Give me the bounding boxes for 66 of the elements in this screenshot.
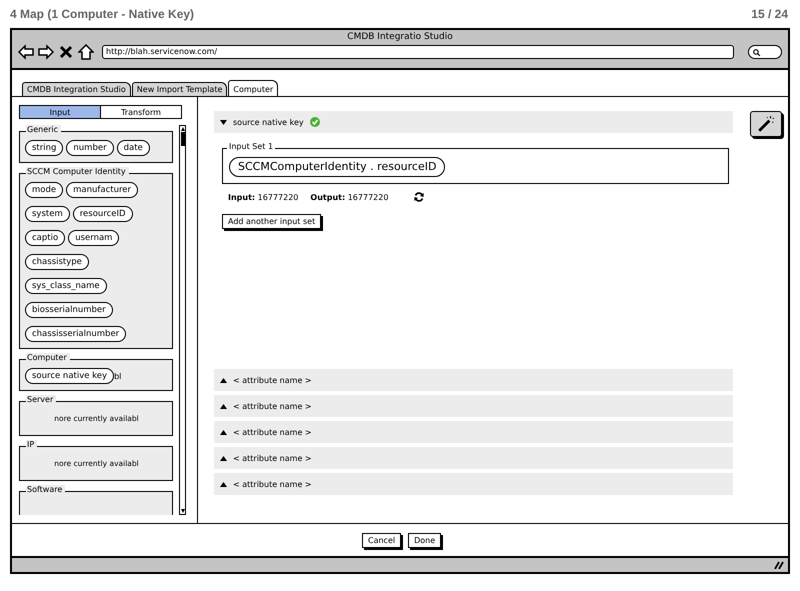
input-value: Input: 16777220 xyxy=(228,192,298,202)
down-arrow-icon[interactable] xyxy=(180,509,184,513)
window-title: CMDB Integratio Studio xyxy=(347,32,453,44)
resize-grip-icon[interactable] xyxy=(774,561,784,569)
expand-triangle-icon[interactable] xyxy=(220,404,227,408)
dialog-button[interactable]: Done xyxy=(408,532,442,548)
search-icon xyxy=(752,48,761,56)
field-pill[interactable]: mode xyxy=(25,182,64,198)
up-arrow-icon[interactable] xyxy=(180,127,184,131)
field-pill[interactable]: resourceID xyxy=(72,206,133,222)
expand-triangle-icon[interactable] xyxy=(220,456,227,460)
attribute-row[interactable]: < attribute name > xyxy=(214,395,733,417)
expand-triangle-icon[interactable] xyxy=(220,378,227,382)
field-pill[interactable]: chassisserialnumber xyxy=(25,326,126,342)
magic-wand-button[interactable] xyxy=(750,111,782,137)
field-pill[interactable]: number xyxy=(66,140,114,156)
dialog-button[interactable]: Cancel xyxy=(362,532,402,548)
search-field[interactable] xyxy=(748,45,782,59)
attribute-row[interactable]: < attribute name > xyxy=(214,421,733,443)
field-text: bl xyxy=(114,372,122,380)
group-title: Server xyxy=(26,395,56,404)
collapse-triangle-icon[interactable] xyxy=(220,120,227,124)
field-pill[interactable]: date xyxy=(116,140,150,156)
tab[interactable]: New Import Template xyxy=(132,82,228,96)
add-input-set-button[interactable]: Add another input set xyxy=(222,214,322,229)
field-pill[interactable]: manufacturer xyxy=(66,182,138,198)
field-pill[interactable]: source native key xyxy=(25,368,114,384)
attribute-name: < attribute name > xyxy=(233,480,312,488)
group-title: Generic xyxy=(26,125,62,134)
group-title: Computer xyxy=(26,353,70,362)
toggle-option[interactable]: Input xyxy=(20,106,100,118)
close-icon[interactable] xyxy=(58,44,74,60)
attribute-row[interactable]: < attribute name > xyxy=(214,447,733,469)
field-pill[interactable]: system xyxy=(25,206,70,222)
attribute-name: < attribute name > xyxy=(233,376,312,384)
field-pill[interactable]: captio xyxy=(25,230,66,246)
attribute-name: < attribute name > xyxy=(233,454,312,462)
field-pill[interactable]: biosserialnumber xyxy=(25,302,113,318)
group-title: Software xyxy=(26,485,66,494)
magic-wand-icon xyxy=(756,115,774,133)
attribute-row[interactable]: source native key xyxy=(214,111,733,133)
field-pill[interactable]: string xyxy=(25,140,64,156)
tab[interactable]: Computer xyxy=(228,80,278,96)
scrollbar[interactable] xyxy=(179,125,186,515)
back-arrow-icon[interactable] xyxy=(18,44,34,60)
output-value: Output: 16777220 xyxy=(310,192,388,202)
attribute-name: source native key xyxy=(233,118,304,126)
address-field[interactable]: http://blah.servicenow.com/ xyxy=(102,45,734,59)
expand-triangle-icon[interactable] xyxy=(220,430,227,434)
field-pill[interactable]: usernam xyxy=(68,230,120,246)
attribute-name: < attribute name > xyxy=(233,402,312,410)
field-pill[interactable]: SCCMComputerIdentity . resourceID xyxy=(229,157,446,177)
group-title: SCCM Computer Identity xyxy=(26,167,129,176)
attribute-name: < attribute name > xyxy=(233,428,312,436)
group-title: IP xyxy=(26,440,38,449)
page-title: 4 Map (1 Computer - Native Key) xyxy=(10,7,194,23)
forward-arrow-icon[interactable] xyxy=(38,44,54,60)
input-set-title: Input Set 1 xyxy=(227,142,276,151)
expand-triangle-icon[interactable] xyxy=(220,482,227,486)
field-pill[interactable]: sys_class_name xyxy=(25,278,107,294)
attribute-row[interactable]: < attribute name > xyxy=(214,369,733,391)
refresh-icon[interactable] xyxy=(414,192,424,202)
attribute-row[interactable]: < attribute name > xyxy=(214,473,733,495)
field-pill[interactable]: chassistype xyxy=(25,254,89,270)
page-counter: 15 / 24 xyxy=(751,7,788,23)
tab[interactable]: CMDB Integration Studio xyxy=(22,82,131,96)
